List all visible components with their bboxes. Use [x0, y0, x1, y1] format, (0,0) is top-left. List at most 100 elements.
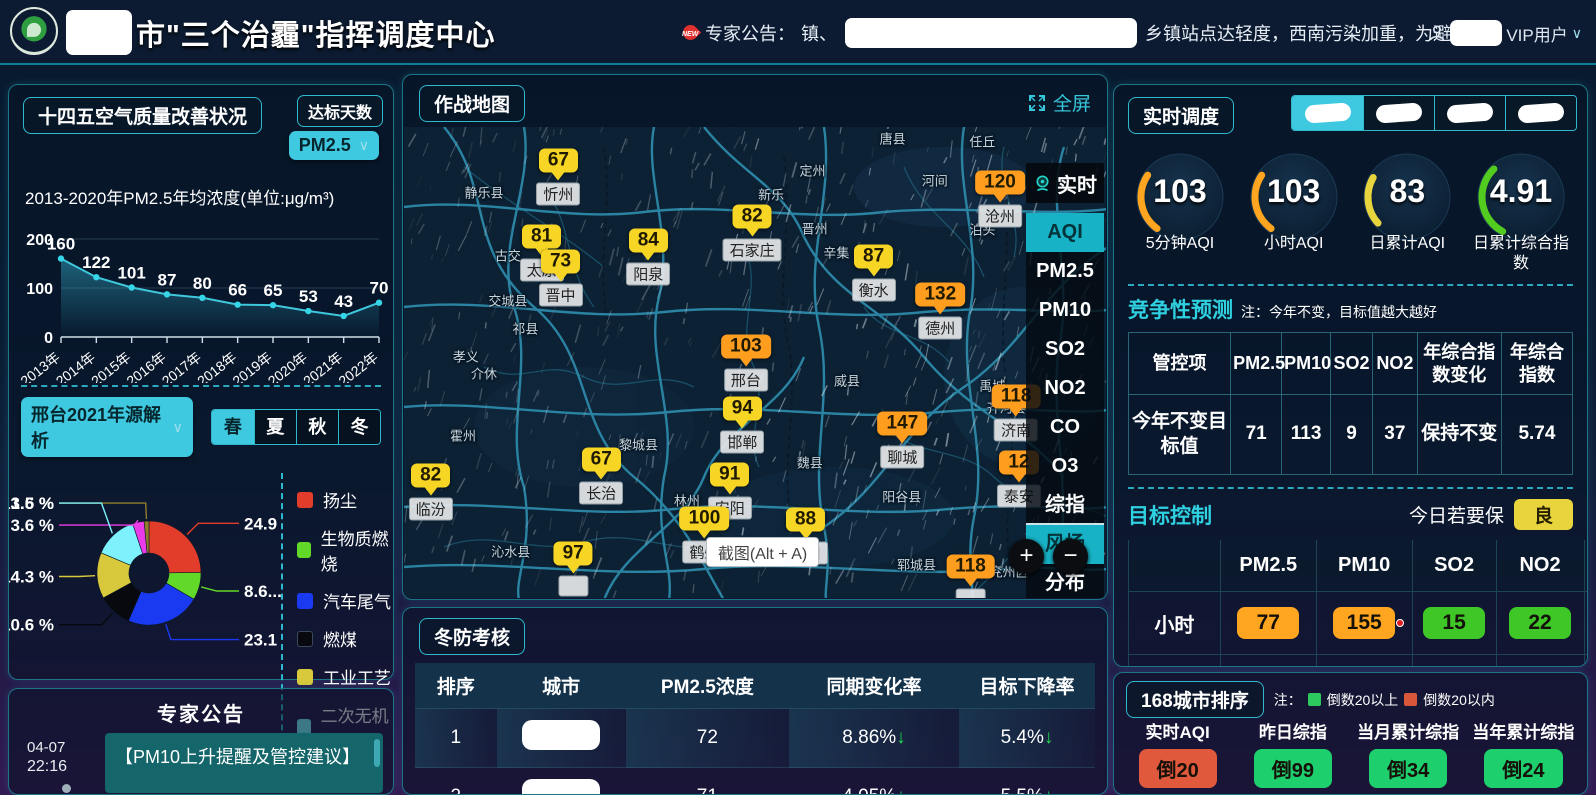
aqi-marker-聊城[interactable]: 147聊城: [878, 411, 928, 468]
menu-item-CO[interactable]: CO: [1026, 408, 1104, 447]
menu-item-PM2.5[interactable]: PM2.5: [1026, 252, 1104, 291]
marker-value: 132: [915, 283, 965, 307]
aqi-marker-邯郸[interactable]: 94邯郸: [720, 396, 764, 453]
svg-text:160: 160: [47, 235, 75, 254]
menu-item-live[interactable]: 实时: [1026, 163, 1104, 203]
aqi-marker-沧州[interactable]: 120沧州: [975, 170, 1025, 227]
gauge-value: 103: [1126, 173, 1234, 210]
menu-item-PM10[interactable]: PM10: [1026, 291, 1104, 330]
svg-text:24.9 %: 24.9 %: [244, 514, 281, 533]
map-canvas[interactable]: 唐县任丘定州河间新乐静乐县晋州泊头辛集古交交城县祁县孝义介休威县禹城齐河县霍州黎…: [404, 127, 1106, 598]
aqi-marker-德州[interactable]: 132德州: [915, 283, 965, 340]
tc-cell: 77: [1220, 592, 1316, 655]
svg-text:53: 53: [299, 287, 318, 306]
value-badge: 155: [1333, 607, 1395, 639]
season-tab-夏[interactable]: 夏: [254, 410, 296, 444]
prediction-col-header: 管控项: [1129, 333, 1231, 395]
tc-row-label: 小时: [1129, 592, 1221, 655]
expert-panel-title: 专家公告: [9, 689, 393, 727]
gauge-value: 103: [1240, 173, 1348, 210]
redacted-block: [1304, 102, 1351, 123]
legend-swatch: [297, 542, 311, 558]
gauge-小时AQI: 103小时AQI: [1240, 149, 1348, 274]
announcement-bar[interactable]: NEW 专家公告： 镇、 乡镇站点达轻度，西南污染加重，为避免: [682, 18, 1469, 48]
change-cell: 4.05%↓: [789, 768, 959, 795]
user-label: VIP用户: [1506, 21, 1567, 46]
aqi-marker-晋中[interactable]: 73晋中: [539, 250, 583, 307]
pollutant-select[interactable]: PM2.5 ∨: [289, 131, 379, 160]
menu-item-SO2[interactable]: SO2: [1026, 330, 1104, 369]
target-cell: 5.5%↓: [959, 768, 1095, 795]
marker-value: 73: [541, 250, 580, 274]
season-tab-秋[interactable]: 秋: [296, 410, 338, 444]
svg-text:80: 80: [193, 274, 212, 293]
svg-text:13.6 %: 13.6 %: [9, 494, 54, 513]
user-menu[interactable]: VIP用户 ∨: [1428, 20, 1582, 46]
svg-text:2022年: 2022年: [335, 349, 380, 383]
dispatch-tab-3[interactable]: [1434, 96, 1505, 130]
prediction-cell: 113: [1282, 395, 1331, 475]
aqi-gauges: 1035分钟AQI103小时AQI83日累计AQI4.91日累计综合指数: [1114, 141, 1587, 274]
city-ranking-panel: 168城市排序 注：倒数20以上倒数20以内 实时AQI倒20昨日综指倒99当月…: [1113, 672, 1588, 795]
marker-value: 82: [733, 204, 772, 228]
aqi-marker-临汾[interactable]: 82临汾: [409, 463, 453, 520]
aqi-marker-118[interactable]: 118: [946, 554, 995, 598]
marker-value: 82: [411, 463, 450, 487]
battle-map-panel: 作战地图 全屏: [402, 74, 1108, 600]
prediction-col-header: PM2.5: [1231, 333, 1282, 395]
prediction-col-header: SO2: [1330, 333, 1372, 395]
legend-item-燃煤: 燃煤: [297, 626, 393, 651]
gauge-日累计综合指数: 4.91日累计综合指数: [1467, 149, 1575, 274]
aqi-marker-忻州[interactable]: 67忻州: [536, 148, 580, 205]
aqi-marker-长治[interactable]: 67长治: [579, 448, 623, 505]
standard-days-button[interactable]: 达标天数: [297, 95, 383, 127]
ranking-badge: 倒99: [1254, 749, 1332, 788]
ranking-note: 注：倒数20以上倒数20以内: [1274, 690, 1495, 710]
marker-city-label: [956, 588, 986, 598]
dispatch-panel-title: 实时调度: [1128, 97, 1234, 134]
tc-cell: 45: [1220, 655, 1316, 667]
tc-cell: 14: [1412, 655, 1496, 667]
ranking-col-header: 实时AQI: [1126, 722, 1230, 745]
map-zoom-in-button[interactable]: +: [1009, 539, 1044, 574]
marker-city-label: 聊城: [880, 445, 924, 468]
announcement-message[interactable]: 【PM10上升提醒及管控建议】: [105, 733, 383, 793]
legend-label: 倒数20以内: [1423, 690, 1495, 710]
fullscreen-button[interactable]: 全屏: [1028, 89, 1091, 116]
marker-pointer-icon: [964, 577, 978, 586]
menu-item-O3[interactable]: O3: [1026, 447, 1104, 486]
map-zoom-out-button[interactable]: −: [1053, 539, 1088, 574]
pm25-trend-line-chart: 01002001602013年1222014年1012015年872016年80…: [13, 211, 393, 383]
scrollbar[interactable]: [374, 739, 380, 767]
aqi-marker-阳泉[interactable]: 84阳泉: [626, 228, 670, 285]
menu-item-AQI[interactable]: AQI: [1026, 213, 1104, 252]
place-label-魏县: 魏县: [797, 453, 823, 472]
marker-pointer-icon: [867, 267, 881, 276]
chevron-down-icon: ∨: [359, 137, 369, 154]
table-row: 1728.86%↓5.4%↓: [415, 709, 1095, 768]
menu-item-综指[interactable]: 综指: [1026, 486, 1104, 525]
dispatch-tab-4[interactable]: [1505, 96, 1576, 130]
gauge-value: 83: [1353, 173, 1461, 210]
divider: [21, 385, 381, 387]
tc-col-header: SO2: [1412, 540, 1496, 592]
menu-item-NO2[interactable]: NO2: [1026, 369, 1104, 408]
source-analysis-select[interactable]: 邢台2021年源解析 ∨: [21, 397, 193, 457]
season-tab-冬[interactable]: 冬: [338, 410, 380, 444]
gauge-label: 日累计综合指数: [1467, 234, 1575, 274]
aqi-marker-邢台[interactable]: 103邢台: [721, 334, 771, 391]
prediction-title: 竞争性预测: [1128, 294, 1233, 324]
marker-pointer-icon: [739, 357, 753, 366]
aqi-marker-衡水[interactable]: 87衡水: [852, 244, 896, 301]
note-label: 注：: [1274, 690, 1302, 710]
dashboard-root: 市"三个治霾"指挥调度中心 NEW 专家公告： 镇、 乡镇站点达轻度，西南污染加…: [0, 0, 1596, 795]
marker-pointer-icon: [933, 306, 947, 315]
season-tab-春[interactable]: 春: [212, 410, 254, 444]
dispatch-tab-2[interactable]: [1363, 96, 1434, 130]
aqi-marker-97[interactable]: 97: [554, 542, 593, 597]
target-cell: 5.4%↓: [959, 709, 1095, 768]
aqi-marker-石家庄[interactable]: 82石家庄: [723, 204, 782, 261]
redacted-block: [522, 779, 600, 795]
dispatch-tab-1[interactable]: [1292, 96, 1363, 130]
legend-swatch: [1308, 693, 1321, 706]
